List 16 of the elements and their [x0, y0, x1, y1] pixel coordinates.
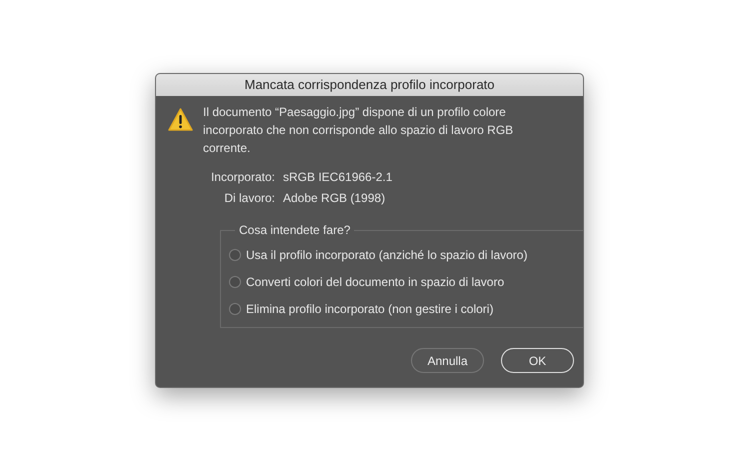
radio-button[interactable] — [229, 276, 241, 288]
option-label: Converti colori del documento in spazio di lavoro — [246, 274, 504, 288]
profile-label: Incorporato: — [210, 169, 275, 185]
profile-label: Di lavoro: — [223, 190, 275, 206]
radio-button[interactable] — [229, 248, 241, 260]
group-legend: Cosa intendete fare? — [235, 223, 354, 237]
option-label: Elimina profilo incorporato (non gestire i colori) — [246, 302, 494, 316]
profile-value: Adobe RGB (1998) — [283, 190, 386, 206]
window-title: Mancata corrispondenza profilo incorporato — [156, 74, 583, 96]
warning-icon — [168, 108, 193, 131]
option-label: Usa il profilo incorporato (anziché lo spazio di lavoro) — [246, 248, 528, 262]
warning-message: Il documento “Paesaggio.jpg” dispone di un profilo colore incorporato che non corrisponde allo spazio di lavoro RGB corrente. — [203, 104, 514, 157]
profile-value: sRGB IEC61966-2.1 — [283, 169, 394, 185]
ok-button[interactable]: OK — [501, 348, 574, 373]
radio-button[interactable] — [229, 302, 241, 314]
cancel-button[interactable]: Annulla — [411, 348, 484, 373]
